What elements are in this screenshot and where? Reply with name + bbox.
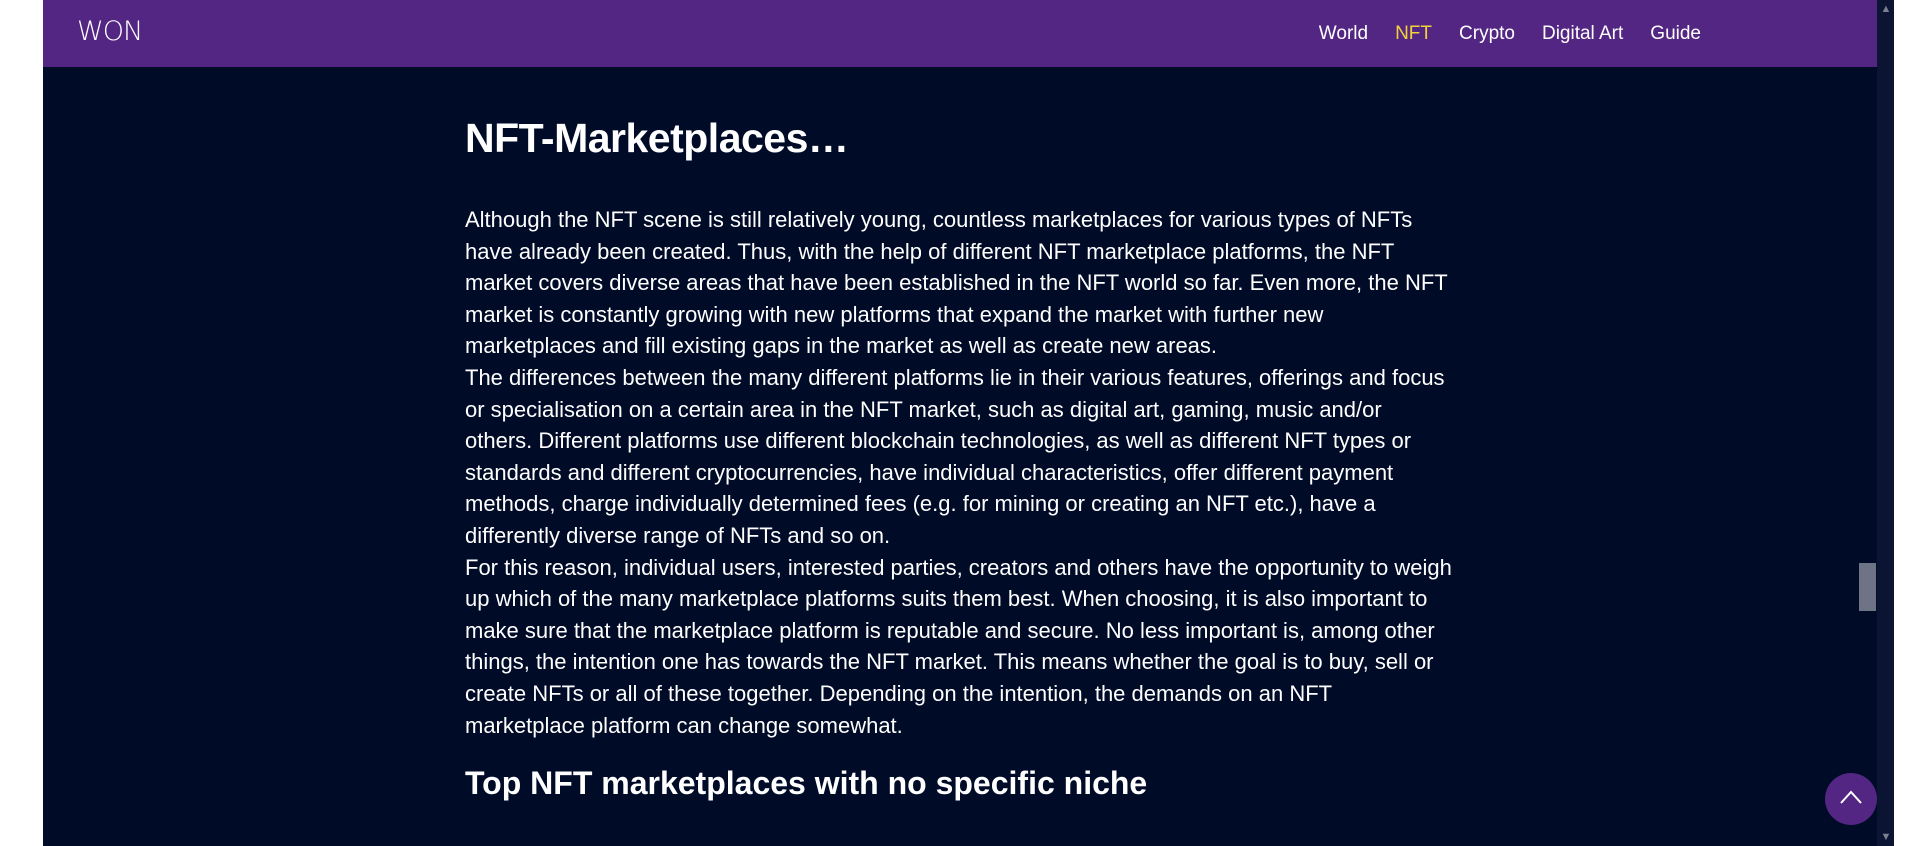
site-logo[interactable]: WON [77, 17, 147, 47]
triangle-down-icon[interactable]: ▼ [1879, 830, 1893, 844]
main-nav: World NFT Crypto Digital Art Guide [1292, 0, 1701, 67]
section-heading: Top NFT marketplaces with no specific ni… [465, 765, 1148, 802]
nav-item-nft[interactable]: NFT [1395, 23, 1432, 45]
nav-item-guide[interactable]: Guide [1650, 23, 1701, 45]
nav-item-digital-art[interactable]: Digital Art [1542, 23, 1623, 45]
article-body: NFT-Marketplaces… Although the NFT scene… [465, 110, 1455, 803]
article-paragraph: Although the NFT scene is still relative… [465, 207, 1448, 359]
nav-item-crypto[interactable]: Crypto [1459, 23, 1515, 45]
chevron-up-icon [1840, 790, 1862, 804]
top-navigation-bar: WON World NFT Crypto Digital Art Guide [43, 0, 1877, 67]
page-title: NFT-Marketplaces… [465, 115, 849, 161]
nav-item-world[interactable]: World [1319, 23, 1368, 45]
scrollbar-thumb[interactable] [1859, 563, 1876, 611]
page-frame: WON World NFT Crypto Digital Art Guide N… [43, 0, 1877, 846]
article-paragraph: For this reason, individual users, inter… [465, 554, 1452, 738]
triangle-up-icon[interactable]: ▲ [1879, 2, 1893, 16]
article-paragraph: The differences between the many differe… [465, 364, 1445, 548]
browser-scrollbar-track[interactable] [1877, 0, 1894, 846]
back-to-top-button[interactable] [1825, 773, 1877, 825]
